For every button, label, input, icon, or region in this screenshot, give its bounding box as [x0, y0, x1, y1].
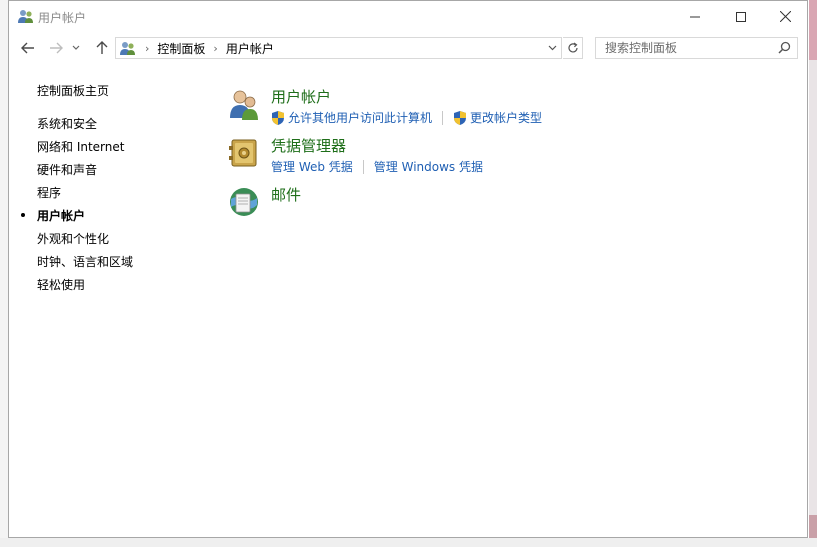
back-button[interactable]	[17, 35, 39, 61]
users-icon	[120, 42, 135, 55]
nav-clock-language-region[interactable]: 时钟、语言和区域	[37, 253, 133, 270]
nav-appearance-and-personalization[interactable]: 外观和个性化	[37, 230, 109, 247]
search-icon[interactable]	[778, 41, 791, 54]
user-accounts-icon[interactable]	[227, 87, 261, 121]
users-icon	[18, 10, 33, 23]
section-title-mail[interactable]: 邮件	[271, 184, 301, 205]
search-input[interactable]: 搜索控制面板	[595, 37, 798, 59]
background-desktop-bottom	[0, 538, 817, 547]
uac-shield-icon	[454, 110, 467, 125]
breadcrumb-separator-icon[interactable]: ›	[213, 42, 217, 55]
arrow-up-icon	[96, 41, 108, 54]
search-placeholder: 搜索控制面板	[605, 41, 678, 55]
breadcrumb-separator-icon[interactable]: ›	[145, 42, 149, 55]
breadcrumb-control-panel[interactable]: 控制面板	[157, 40, 205, 57]
manage-windows-credentials-link[interactable]: 管理 Windows 凭据	[374, 158, 483, 175]
close-icon	[779, 11, 791, 22]
nav-network-and-internet[interactable]: 网络和 Internet	[37, 138, 124, 155]
chevron-down-icon	[72, 45, 80, 50]
background-desktop-right	[809, 0, 817, 547]
address-dropdown-button[interactable]	[543, 38, 561, 58]
window-title: 用户帐户	[38, 11, 87, 25]
nav-user-accounts[interactable]: 用户帐户	[37, 207, 85, 224]
section-links-credential-manager: 管理 Web 凭据 管理 Windows 凭据	[271, 158, 483, 175]
arrow-left-icon	[21, 42, 34, 54]
allow-other-users-link[interactable]: 允许其他用户访问此计算机	[271, 109, 432, 126]
change-account-type-label[interactable]: 更改帐户类型	[470, 109, 542, 126]
section-links-user-accounts: 允许其他用户访问此计算机 更改帐户类型	[271, 109, 542, 126]
section-title-user-accounts[interactable]: 用户帐户	[271, 86, 331, 107]
mail-icon[interactable]	[227, 185, 261, 219]
recent-locations-button[interactable]	[69, 35, 83, 61]
arrow-right-icon	[50, 42, 63, 54]
allow-other-users-label[interactable]: 允许其他用户访问此计算机	[288, 109, 432, 126]
maximize-icon	[736, 11, 746, 22]
section-title-credential-manager[interactable]: 凭据管理器	[271, 135, 346, 156]
nav-hardware-and-sound[interactable]: 硬件和声音	[37, 161, 97, 178]
maximize-button[interactable]	[718, 1, 764, 32]
refresh-icon	[567, 42, 578, 53]
credential-manager-icon[interactable]	[227, 136, 261, 170]
refresh-button[interactable]	[563, 37, 583, 59]
control-panel-window: 用户帐户 › 控制面板 › 用户帐户 搜索控制面板 控制面板主页 系统和安全 网…	[8, 0, 808, 538]
title-bar: 用户帐户	[9, 1, 807, 32]
chevron-down-icon	[548, 45, 556, 51]
current-item-bullet-icon	[21, 213, 25, 217]
nav-programs[interactable]: 程序	[37, 184, 61, 201]
minimize-icon	[690, 16, 700, 17]
minimize-button[interactable]	[672, 1, 718, 32]
link-divider	[362, 159, 364, 174]
control-panel-home-link[interactable]: 控制面板主页	[37, 82, 109, 99]
link-divider	[442, 110, 444, 125]
address-bar[interactable]: › 控制面板 › 用户帐户	[115, 37, 562, 59]
forward-button[interactable]	[45, 35, 67, 61]
breadcrumb-user-accounts[interactable]: 用户帐户	[226, 40, 274, 57]
manage-web-credentials-link[interactable]: 管理 Web 凭据	[271, 158, 353, 175]
nav-ease-of-access[interactable]: 轻松使用	[37, 276, 85, 293]
background-desktop-left	[0, 0, 8, 547]
up-button[interactable]	[91, 35, 113, 61]
change-account-type-link[interactable]: 更改帐户类型	[453, 109, 542, 126]
nav-system-and-security[interactable]: 系统和安全	[37, 115, 97, 132]
navigation-bar: › 控制面板 › 用户帐户 搜索控制面板	[9, 35, 807, 61]
uac-shield-icon	[272, 110, 284, 125]
close-button[interactable]	[762, 1, 808, 32]
